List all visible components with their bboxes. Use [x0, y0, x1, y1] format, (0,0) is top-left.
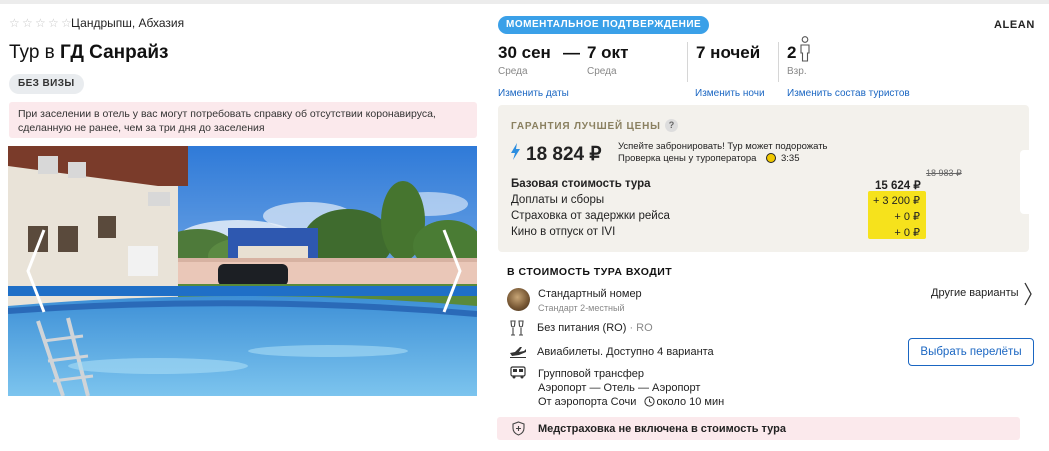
- included-heading: В СТОИМОСТЬ ТУРА ВХОДИТ: [507, 266, 673, 278]
- instant-confirmation-badge: МОМЕНТАЛЬНОЕ ПОДТВЕРЖДЕНИЕ: [498, 16, 710, 34]
- fees-value: + 3 200 ₽: [872, 195, 920, 207]
- person-icon: [800, 36, 810, 62]
- best-price-guarantee: ГАРАНТИЯ ЛУЧШЕЙ ЦЕНЫ: [511, 121, 661, 132]
- star-icon: ☆: [48, 16, 59, 30]
- price-timer: 3:35: [781, 153, 800, 164]
- star-icon: ☆: [22, 16, 33, 30]
- old-price: 18 983 ₽: [926, 168, 962, 178]
- fees-label: Доплаты и сборы: [511, 194, 605, 206]
- panel-side-tab: [1020, 150, 1030, 214]
- transfer-duration: От аэропорта Сочи около 10 мин: [538, 396, 724, 408]
- flights-info: Авиабилеты. Доступно 4 варианта: [537, 346, 714, 358]
- other-variants-link[interactable]: Другие варианты: [931, 287, 1019, 299]
- lightning-icon: [511, 143, 520, 160]
- room-thumbnail: [507, 288, 530, 311]
- meal-plan-label: Без питания (RO): [537, 322, 627, 334]
- change-nights-link[interactable]: Изменить ночи: [695, 88, 765, 99]
- change-tourists-link[interactable]: Изменить состав туристов: [787, 88, 910, 99]
- page-title[interactable]: Тур в ГД Санрайз: [9, 42, 168, 64]
- transfer-route: Аэропорт — Отель — Аэропорт: [538, 382, 701, 394]
- hotel-photo[interactable]: [8, 146, 477, 396]
- adults-label: Взр.: [787, 66, 807, 77]
- base-cost-value: 15 624 ₽: [875, 180, 921, 192]
- ivi-cinema-label: Кино в отпуск от IVI: [511, 226, 616, 238]
- date-to-day: Среда: [587, 66, 617, 77]
- bus-icon: [510, 366, 526, 379]
- date-from-day: Среда: [498, 66, 528, 77]
- clock-icon: [644, 396, 655, 407]
- date-from: 30 сен: [498, 43, 551, 62]
- date-to: 7 окт: [587, 43, 629, 62]
- transfer-time: около 10 мин: [656, 396, 725, 408]
- ivi-cinema-value: + 0 ₽: [894, 227, 920, 239]
- meal-plan: Без питания (RO) · RO: [537, 322, 653, 334]
- star-icon: ☆: [35, 16, 46, 30]
- divider: [778, 42, 779, 82]
- adults-count: 2: [787, 43, 797, 62]
- covid-notice: При заселении в отель у вас могут потреб…: [9, 102, 477, 138]
- tour-operator: ALEAN: [994, 19, 1035, 31]
- shield-icon: [512, 421, 525, 436]
- total-price: 18 824 ₽: [526, 144, 602, 165]
- hotel-location: Цандрыпш, Абхазия: [71, 16, 185, 30]
- base-cost-label: Базовая стоимость тура: [511, 178, 651, 190]
- visa-badge: БЕЗ ВИЗЫ: [9, 74, 84, 94]
- chevron-right-icon[interactable]: [440, 226, 464, 316]
- hotel-stars: ☆ ☆ ☆ ☆ ☆: [9, 17, 73, 29]
- room-type: Стандарт 2-местный: [538, 303, 625, 313]
- transfer-from: От аэропорта Сочи: [538, 396, 637, 408]
- hotel-name: ГД Санрайз: [60, 42, 169, 63]
- meal-icon: [510, 320, 524, 336]
- delay-insurance-value: + 0 ₽: [894, 211, 920, 223]
- plane-icon: [510, 347, 526, 358]
- timer-icon: [766, 153, 776, 163]
- meal-plan-code: · RO: [629, 322, 653, 334]
- star-icon: ☆: [9, 16, 20, 30]
- top-divider: [0, 0, 1049, 4]
- room-name: Стандартный номер: [538, 288, 642, 300]
- chevron-right-icon[interactable]: [1023, 281, 1033, 307]
- transfer-type: Групповой трансфер: [538, 368, 645, 380]
- delay-insurance-label: Страховка от задержки рейса: [511, 210, 670, 222]
- chevron-left-icon[interactable]: [24, 226, 48, 316]
- insurance-text: Медстраховка не включена в стоимость тур…: [538, 423, 786, 435]
- date-dash: —: [563, 43, 580, 62]
- price-check-hint: Проверка цены у туроператора: [618, 153, 757, 164]
- divider: [687, 42, 688, 82]
- nights-count: 7 ночей: [696, 43, 761, 62]
- price-hint: Успейте забронировать! Тур может подорож…: [618, 141, 828, 152]
- choose-flights-button[interactable]: Выбрать перелёты: [908, 338, 1034, 366]
- help-icon[interactable]: ?: [665, 119, 678, 132]
- title-prefix: Тур в: [9, 42, 55, 63]
- change-dates-link[interactable]: Изменить даты: [498, 88, 569, 99]
- hotel-photo-image: [8, 146, 477, 396]
